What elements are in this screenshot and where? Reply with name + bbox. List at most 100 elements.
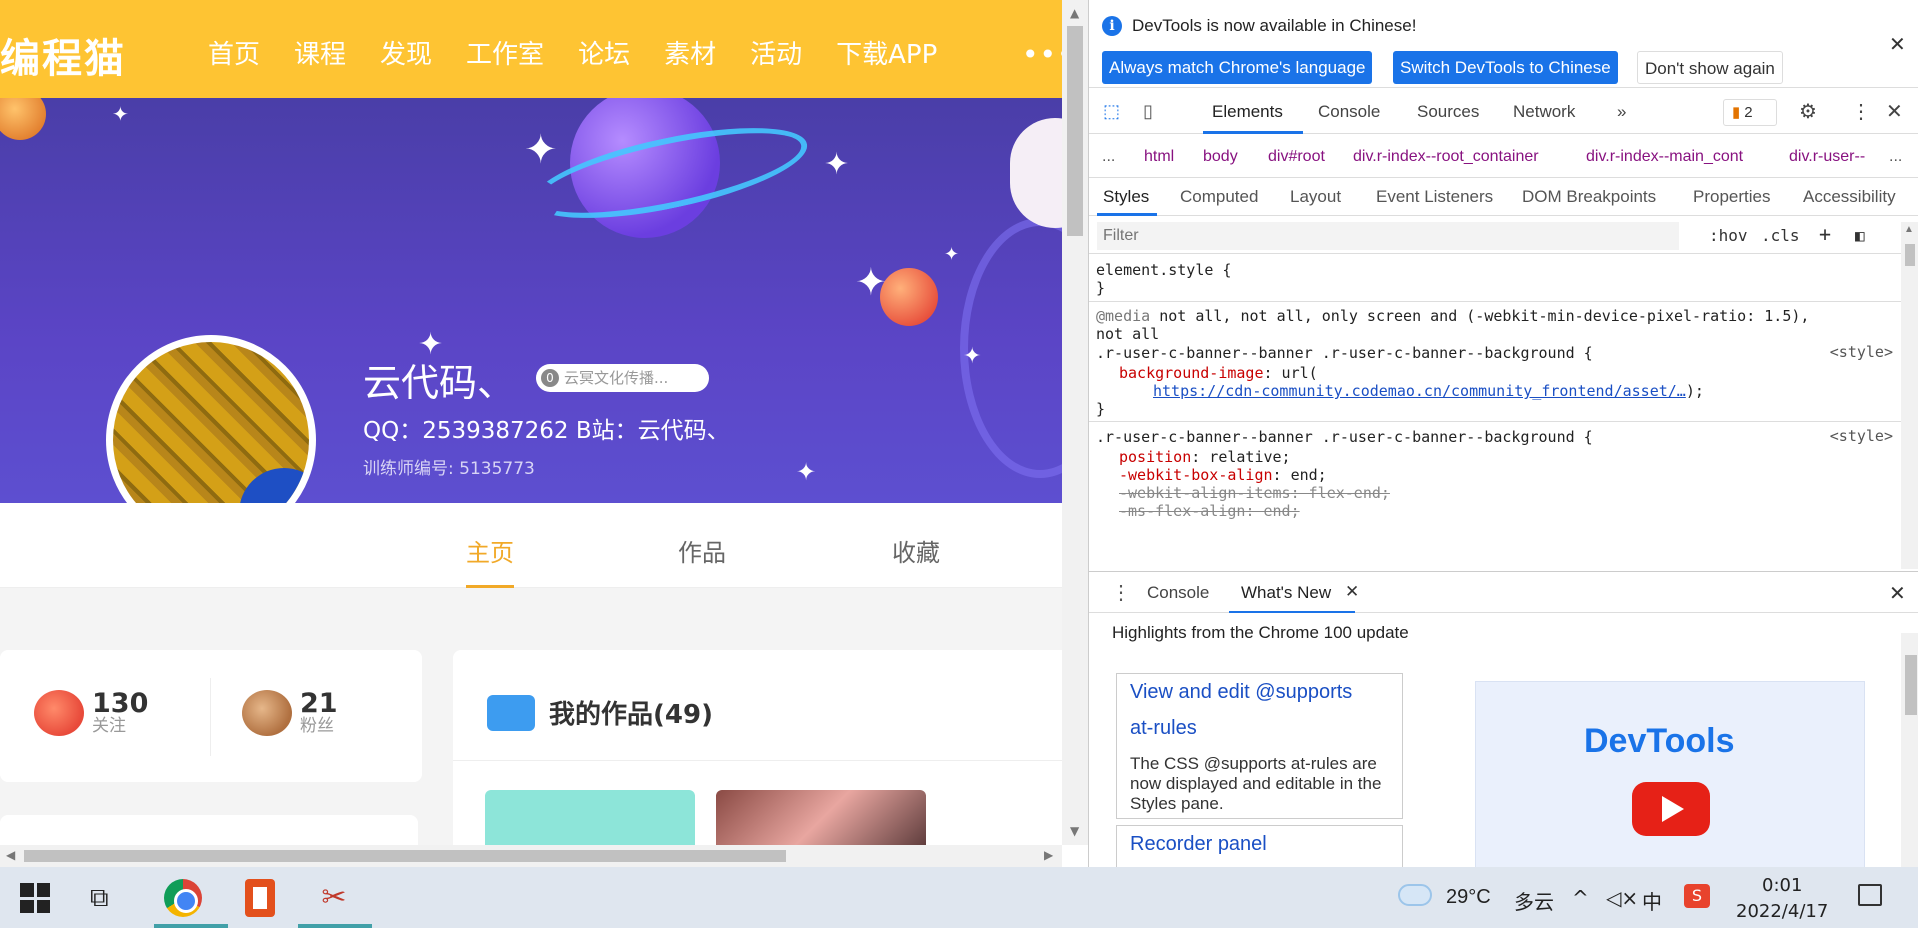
nav-materials[interactable]: 素材 xyxy=(664,34,716,71)
notification-center-icon[interactable] xyxy=(1858,884,1882,906)
nav-studio[interactable]: 工作室 xyxy=(466,34,544,71)
clock-date[interactable]: 2022/4/17 xyxy=(1736,901,1828,922)
css-url-value[interactable]: https://cdn-community.codemao.cn/communi… xyxy=(1153,381,1704,401)
clock-time[interactable]: 0:01 xyxy=(1762,875,1802,896)
class-toggle[interactable]: .cls xyxy=(1761,226,1800,245)
scroll-up-icon[interactable]: ▲ xyxy=(1904,224,1914,235)
tab-accessibility[interactable]: Accessibility xyxy=(1803,187,1896,207)
office-icon[interactable] xyxy=(245,879,275,917)
tab-network[interactable]: Network xyxy=(1513,102,1575,122)
css-declaration-overridden[interactable]: -ms-flex-align: end; xyxy=(1119,501,1300,521)
breadcrumb-user[interactable]: div.r-user-- xyxy=(1789,148,1865,166)
settings-gear-icon[interactable]: ⚙ xyxy=(1799,99,1817,124)
chrome-icon[interactable] xyxy=(164,879,202,917)
close-devtools-icon[interactable]: ✕ xyxy=(1886,99,1903,124)
scroll-down-icon[interactable]: ▼ xyxy=(1070,824,1079,838)
ime-indicator[interactable]: 中 xyxy=(1642,886,1662,915)
close-drawer-icon[interactable]: ✕ xyxy=(1889,581,1906,606)
css-declaration[interactable]: -webkit-box-align: end; xyxy=(1119,465,1327,485)
breadcrumb-overflow[interactable]: ... xyxy=(1102,148,1115,166)
tab-sources[interactable]: Sources xyxy=(1417,102,1479,122)
close-tab-icon[interactable]: ✕ xyxy=(1345,582,1359,602)
breadcrumb-root[interactable]: div#root xyxy=(1268,148,1325,166)
card-title-cont[interactable]: at-rules xyxy=(1130,710,1197,746)
always-match-language-button[interactable]: Always match Chrome's language xyxy=(1102,51,1373,84)
cloud-weather-icon[interactable] xyxy=(1398,884,1432,906)
nav-more-icon[interactable]: ••• xyxy=(1022,38,1062,71)
nav-courses[interactable]: 课程 xyxy=(294,34,346,71)
weather-condition[interactable]: 多云 xyxy=(1514,886,1554,915)
card-title[interactable]: View and edit @supports xyxy=(1130,674,1352,710)
studio-badge[interactable]: 0 云冥文化传播... xyxy=(536,364,709,392)
breadcrumb-html[interactable]: html xyxy=(1144,148,1174,166)
scroll-right-icon[interactable]: ▶ xyxy=(1044,848,1053,862)
work-thumbnail[interactable] xyxy=(716,790,926,845)
work-thumbnail[interactable] xyxy=(485,790,695,845)
snipping-tool-icon[interactable]: ✂ xyxy=(315,879,353,917)
whats-new-video-thumbnail[interactable]: DevTools xyxy=(1475,681,1865,867)
more-options-icon[interactable]: ⋮ xyxy=(1851,99,1871,124)
styles-scrollbar[interactable]: ▲ xyxy=(1901,222,1918,569)
windows-start-icon[interactable] xyxy=(20,883,50,913)
css-selector[interactable]: .r-user-c-banner--banner .r-user-c-banne… xyxy=(1096,427,1593,447)
nav-home[interactable]: 首页 xyxy=(208,34,260,71)
page-horizontal-scrollbar[interactable]: ◀ ▶ xyxy=(0,845,1062,867)
following-stat[interactable]: 130 关注 xyxy=(34,690,148,736)
scroll-left-icon[interactable]: ◀ xyxy=(6,848,15,862)
css-declaration[interactable]: position: relative; xyxy=(1119,447,1291,467)
whats-new-card[interactable]: View and edit @supports at-rules The CSS… xyxy=(1116,673,1403,819)
fans-stat[interactable]: 21 粉丝 xyxy=(242,690,338,736)
scroll-up-icon[interactable]: ▲ xyxy=(1070,6,1079,20)
tab-properties[interactable]: Properties xyxy=(1693,187,1770,207)
hover-state-toggle[interactable]: :hov xyxy=(1709,226,1748,245)
scrollbar-thumb[interactable] xyxy=(1067,26,1083,236)
volume-muted-icon[interactable]: ◁× xyxy=(1606,886,1638,910)
tab-favorites[interactable]: 收藏 xyxy=(892,533,940,568)
nav-forum[interactable]: 论坛 xyxy=(578,34,630,71)
tab-home[interactable]: 主页 xyxy=(466,533,514,568)
nav-download-app[interactable]: 下载APP xyxy=(836,34,937,71)
tab-works[interactable]: 作品 xyxy=(678,533,726,568)
close-icon[interactable]: ✕ xyxy=(1889,32,1906,57)
styles-filter-input[interactable] xyxy=(1097,222,1679,250)
issues-button[interactable]: ▮ 2 xyxy=(1723,99,1777,126)
breadcrumb-root-container[interactable]: div.r-index--root_container xyxy=(1353,148,1539,166)
nav-events[interactable]: 活动 xyxy=(750,34,802,71)
card-title[interactable]: Recorder panel xyxy=(1130,826,1267,862)
switch-to-chinese-button[interactable]: Switch DevTools to Chinese xyxy=(1393,51,1618,84)
task-view-icon[interactable]: ⧉ xyxy=(90,879,128,917)
whats-new-scrollbar[interactable] xyxy=(1901,633,1918,867)
breadcrumb-main-cont[interactable]: div.r-index--main_cont xyxy=(1586,148,1743,166)
css-declaration[interactable]: background-image: url( xyxy=(1119,363,1318,383)
style-source-link[interactable]: <style> xyxy=(1830,343,1893,361)
style-source-link[interactable]: <style> xyxy=(1830,427,1893,445)
scrollbar-thumb[interactable] xyxy=(1905,244,1915,266)
toggle-sidebar-icon[interactable]: ◧ xyxy=(1855,226,1865,245)
tab-elements[interactable]: Elements xyxy=(1212,102,1283,122)
css-selector[interactable]: .r-user-c-banner--banner .r-user-c-banne… xyxy=(1096,343,1593,363)
play-video-icon[interactable] xyxy=(1632,782,1710,836)
tab-dom-breakpoints[interactable]: DOM Breakpoints xyxy=(1522,187,1656,207)
drawer-menu-icon[interactable]: ⋮ xyxy=(1111,580,1131,605)
site-logo[interactable]: 编程猫 xyxy=(0,26,126,84)
tab-console[interactable]: Console xyxy=(1318,102,1380,122)
device-toolbar-icon[interactable]: ▯ xyxy=(1143,101,1167,123)
more-tabs-icon[interactable]: » xyxy=(1617,102,1626,122)
drawer-tab-whats-new[interactable]: What's New xyxy=(1241,583,1331,603)
page-vertical-scrollbar[interactable]: ▲ ▼ xyxy=(1062,0,1088,845)
new-rule-icon[interactable]: + xyxy=(1819,222,1831,246)
temperature[interactable]: 29°C xyxy=(1446,886,1491,909)
css-declaration-overridden[interactable]: -webkit-align-items: flex-end; xyxy=(1119,483,1390,503)
tab-layout[interactable]: Layout xyxy=(1290,187,1341,207)
css-selector[interactable]: element.style { xyxy=(1096,260,1231,280)
scrollbar-thumb[interactable] xyxy=(24,850,786,862)
tab-event-listeners[interactable]: Event Listeners xyxy=(1376,187,1493,207)
nav-discover[interactable]: 发现 xyxy=(380,34,432,71)
scrollbar-thumb[interactable] xyxy=(1905,655,1917,715)
breadcrumb-body[interactable]: body xyxy=(1203,148,1238,166)
tab-styles[interactable]: Styles xyxy=(1103,187,1149,207)
breadcrumb-overflow[interactable]: ... xyxy=(1889,148,1902,166)
tab-computed[interactable]: Computed xyxy=(1180,187,1258,207)
inspect-element-icon[interactable]: ⬚ xyxy=(1103,101,1127,123)
dont-show-again-button[interactable]: Don't show again xyxy=(1637,51,1783,84)
